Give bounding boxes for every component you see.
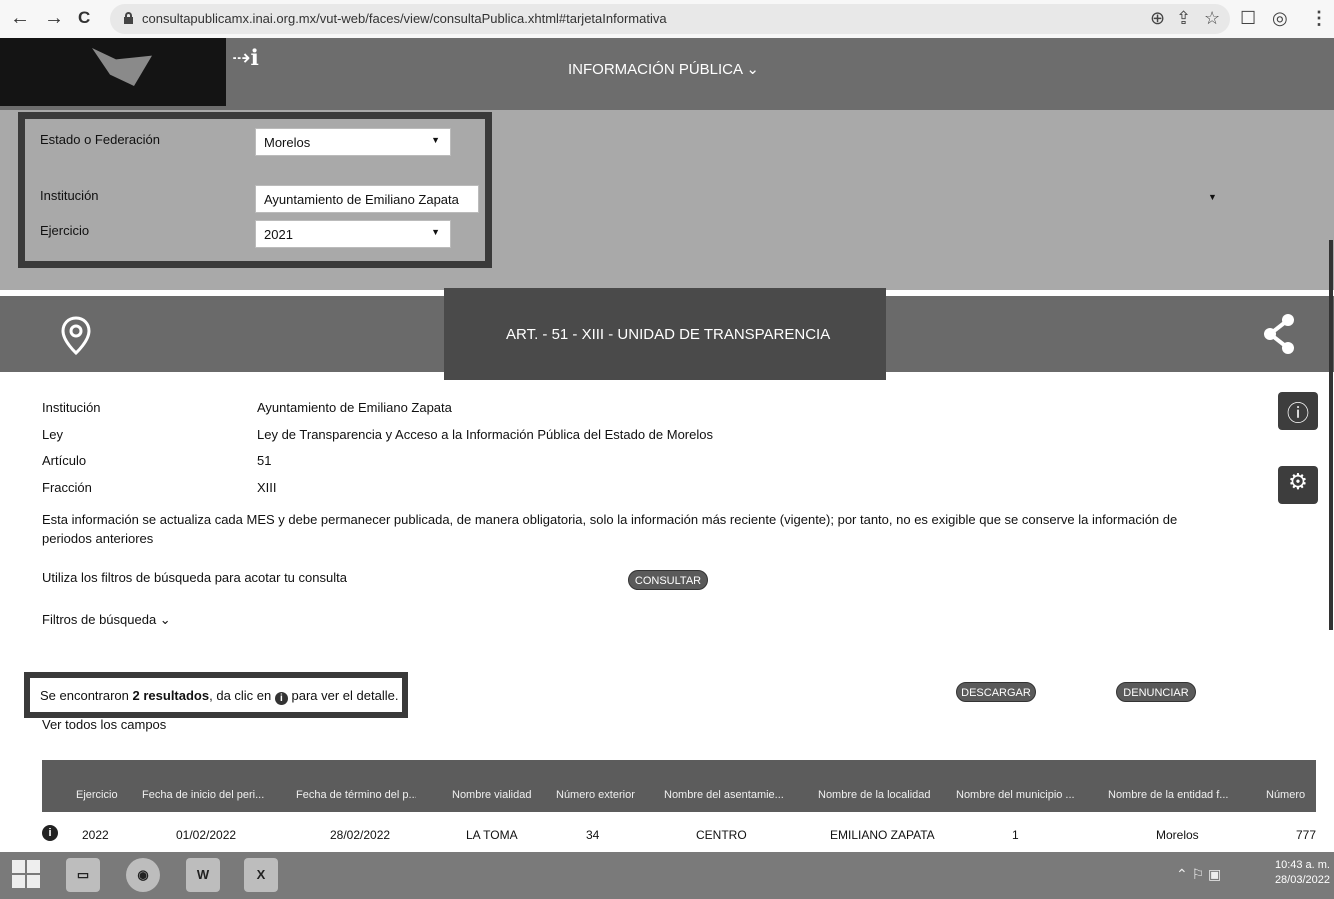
lock-icon: [124, 12, 133, 24]
column-header[interactable]: Número: [1266, 789, 1314, 801]
table-header: Ejercicio Fecha de inicio del peri... Fe…: [42, 760, 1316, 812]
clock-time: 10:43 a. m.: [1274, 859, 1330, 871]
institucion-select-value: Ayuntamiento de Emiliano Zapata: [264, 192, 459, 207]
chevron-down-icon: ▼: [431, 135, 440, 145]
detail-ley-label: Ley: [42, 427, 63, 442]
site-logo[interactable]: [0, 38, 226, 106]
ejercicio-label: Ejercicio: [40, 223, 90, 238]
column-header[interactable]: Nombre de la localidad: [818, 789, 942, 801]
url-text[interactable]: consultapublicamx.inai.org.mx/vut-web/fa…: [142, 11, 667, 26]
table-cell: 01/02/2022: [176, 828, 237, 842]
detail-ley-value: Ley de Transparencia y Acceso a la Infor…: [257, 427, 713, 442]
ejercicio-select-value: 2021: [264, 227, 293, 242]
reload-button[interactable]: C: [78, 8, 90, 28]
alert-button[interactable]: ⓘ: [1278, 392, 1318, 430]
excel-icon[interactable]: X: [244, 858, 278, 892]
column-header[interactable]: Número exterior: [556, 789, 648, 801]
word-icon[interactable]: W: [186, 858, 220, 892]
location-pin-icon[interactable]: [60, 316, 92, 356]
estado-select[interactable]: Morelos ▼: [255, 128, 451, 156]
share-page-icon[interactable]: ⇪: [1176, 8, 1191, 28]
detail-articulo-value: 51: [257, 453, 272, 468]
row-detail-info-icon[interactable]: i: [42, 825, 58, 841]
descargar-button[interactable]: DESCARGAR: [956, 682, 1036, 702]
forward-button[interactable]: →: [44, 8, 64, 28]
consultar-button[interactable]: CONSULTAR: [628, 570, 708, 590]
estado-label: Estado o Federación: [40, 132, 160, 147]
browser-toolbar: ← → C consultapublicamx.inai.org.mx/vut-…: [0, 0, 1334, 38]
table-cell: 1: [1012, 828, 1019, 842]
chevron-down-icon: ▼: [431, 227, 440, 237]
column-header[interactable]: Nombre del municipio ...: [956, 789, 1086, 801]
info-icon: i: [274, 692, 288, 705]
logo-mark-icon: [92, 48, 152, 86]
see-all-fields-link[interactable]: Ver todos los campos: [42, 717, 166, 732]
table-cell: CENTRO: [696, 828, 747, 842]
column-header[interactable]: Ejercicio: [76, 789, 122, 801]
scrollbar[interactable]: [1329, 240, 1333, 630]
detail-institucion-value: Ayuntamiento de Emiliano Zapata: [257, 400, 452, 415]
column-header[interactable]: Nombre vialidad: [452, 789, 544, 801]
file-explorer-icon[interactable]: ▭: [66, 858, 100, 892]
detail-fraccion-label: Fracción: [42, 480, 92, 495]
table-cell: 2022: [82, 828, 109, 842]
kebab-menu-icon[interactable]: ⋮: [1310, 8, 1328, 28]
share-icon[interactable]: [1262, 312, 1296, 356]
zoom-icon[interactable]: ⊕: [1150, 8, 1165, 28]
chevron-down-icon[interactable]: ▼: [1208, 192, 1217, 202]
windows-start-icon[interactable]: [12, 860, 40, 888]
column-header[interactable]: Nombre del asentamie...: [664, 789, 800, 801]
search-hint: Utiliza los filtros de búsqueda para aco…: [42, 570, 347, 585]
ejercicio-select[interactable]: 2021 ▼: [255, 220, 451, 248]
results-count: 2 resultados: [132, 688, 210, 703]
column-header[interactable]: Nombre de la entidad f...: [1108, 789, 1246, 801]
results-text: Se encontraron 2 resultados, da clic en …: [40, 688, 399, 705]
institucion-select[interactable]: Ayuntamiento de Emiliano Zapata: [255, 185, 479, 213]
update-notice: Esta información se actualiza cada MES y…: [42, 512, 1178, 546]
informacion-publica-menu[interactable]: INFORMACIÓN PÚBLICA ⌄: [568, 60, 759, 78]
results-summary: Se encontraron 2 resultados, da clic en …: [24, 672, 408, 718]
institucion-label: Institución: [40, 188, 99, 203]
chrome-icon[interactable]: ◉: [126, 858, 160, 892]
table-cell: LA TOMA: [466, 828, 518, 842]
detail-fraccion-value: XIII: [257, 480, 277, 495]
table-cell: Morelos: [1156, 828, 1199, 842]
table-cell: 777: [1296, 828, 1317, 842]
back-button[interactable]: ←: [10, 8, 30, 28]
detail-articulo-label: Artículo: [42, 453, 87, 468]
alert-icon: ⓘ: [1286, 402, 1309, 427]
section-title: ART. - 51 - XIII - UNIDAD DE TRANSPARENC…: [506, 326, 831, 343]
table-cell: 34: [586, 828, 600, 842]
taskbar-clock[interactable]: 10:43 a. m. 28/03/2022: [1260, 858, 1330, 888]
system-tray-icons[interactable]: ⌃ ⚐ ▣: [1176, 866, 1221, 883]
info-access-icon[interactable]: ⇢ℹ: [232, 46, 259, 71]
table-cell: EMILIANO ZAPATA: [830, 828, 935, 842]
column-header[interactable]: Fecha de inicio del peri...: [142, 789, 264, 801]
detail-institucion-label: Institución: [42, 400, 101, 415]
column-header[interactable]: Fecha de término del p...: [296, 789, 416, 801]
clock-date: 28/03/2022: [1274, 874, 1330, 886]
denunciar-button[interactable]: DENUNCIAR: [1116, 682, 1196, 702]
profile-icon[interactable]: ◎: [1272, 8, 1288, 28]
star-icon[interactable]: ☆: [1204, 8, 1220, 28]
tools-button[interactable]: ⚙: [1278, 466, 1318, 504]
estado-select-value: Morelos: [264, 135, 311, 150]
sidebar-toggle-icon[interactable]: ☐: [1240, 8, 1256, 28]
table-cell: 28/02/2022: [330, 828, 391, 842]
wrench-icon: ⚙: [1288, 470, 1308, 495]
search-filters-toggle[interactable]: Filtros de búsqueda ⌄: [42, 612, 171, 628]
address-bar[interactable]: consultapublicamx.inai.org.mx/vut-web/fa…: [110, 4, 1230, 34]
